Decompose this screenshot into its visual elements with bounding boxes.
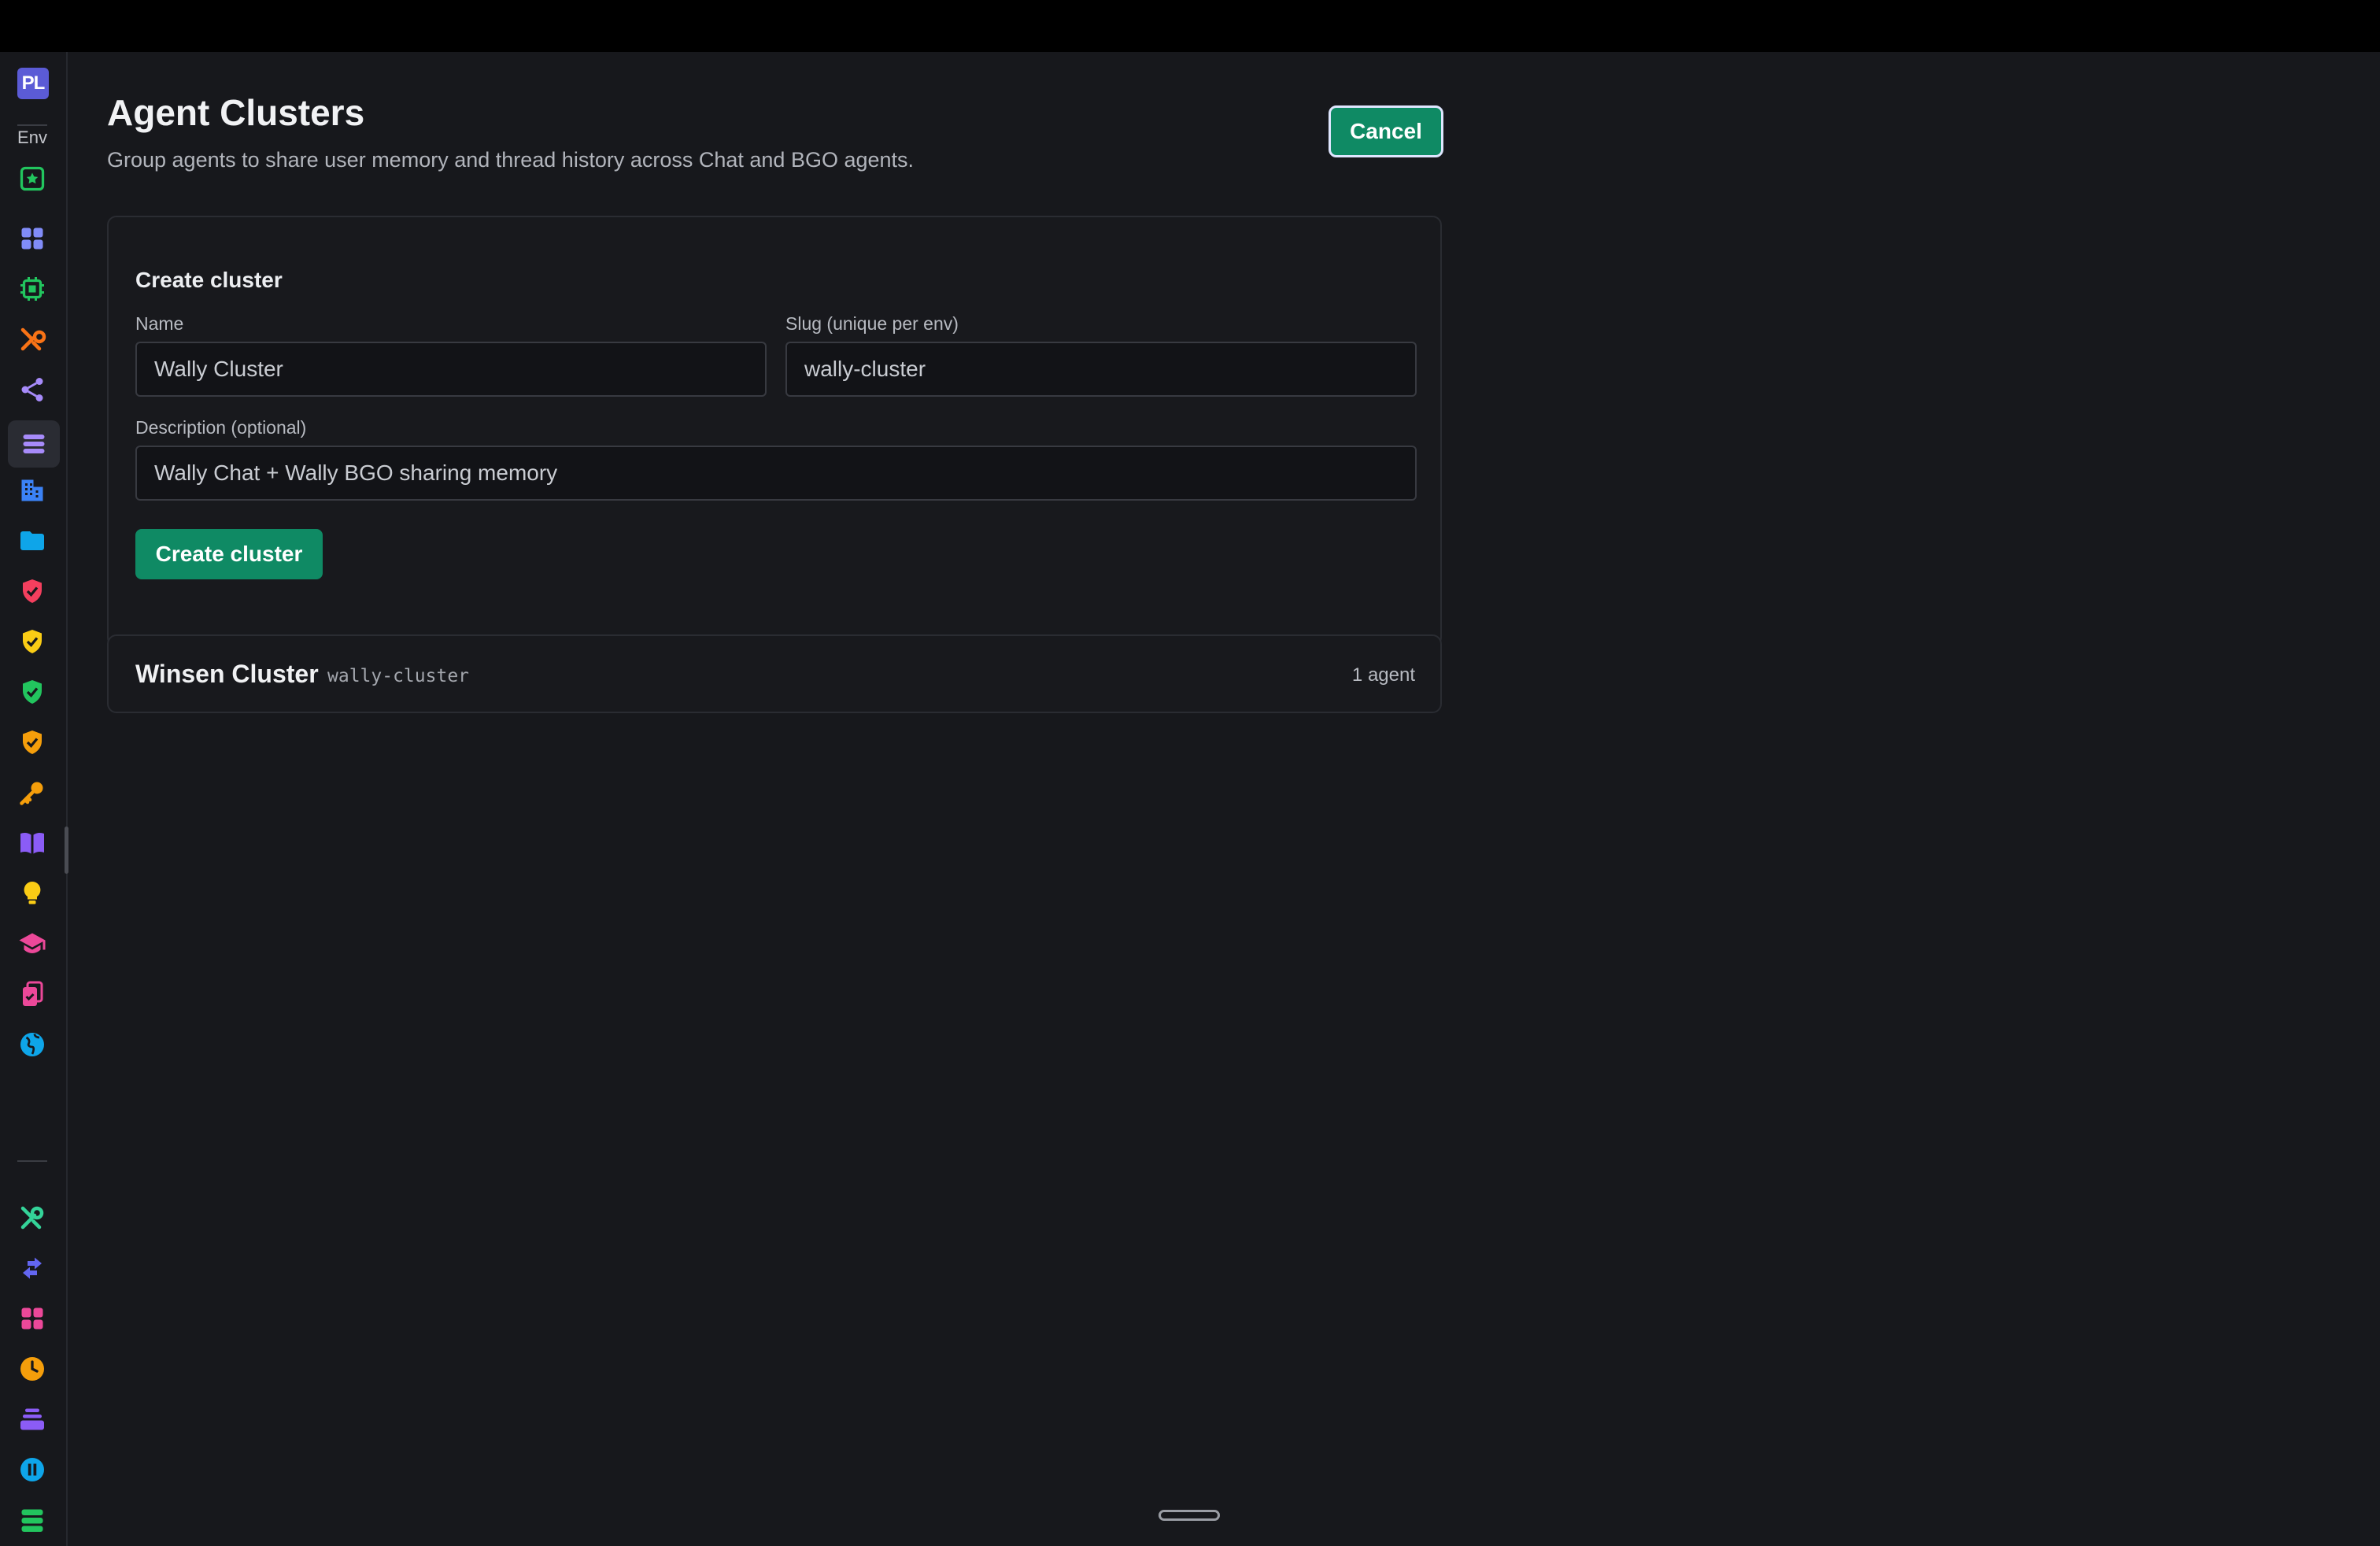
slug-label: Slug (unique per env) bbox=[785, 313, 959, 334]
building-icon[interactable] bbox=[16, 474, 49, 507]
checklist-icon[interactable] bbox=[16, 978, 49, 1011]
layers-icon[interactable] bbox=[16, 1403, 49, 1436]
description-label: Description (optional) bbox=[135, 417, 307, 438]
sidebar-divider bbox=[17, 124, 47, 126]
shield-orange-icon[interactable] bbox=[16, 726, 49, 759]
folder-icon[interactable] bbox=[16, 524, 49, 557]
cluster-name: Winsen Cluster bbox=[135, 660, 319, 688]
cluster-slug: wally-cluster bbox=[327, 666, 470, 686]
cluster-list-item[interactable]: Winsen Cluster wally-cluster 1 agent bbox=[107, 634, 1442, 713]
cluster-agent-count: 1 agent bbox=[1351, 664, 1415, 686]
globe-icon[interactable] bbox=[16, 1028, 49, 1061]
create-cluster-title: Create cluster bbox=[135, 268, 283, 292]
app-logo[interactable]: PL bbox=[17, 68, 49, 99]
wrench-icon[interactable] bbox=[16, 1201, 49, 1234]
create-cluster-button[interactable]: Create cluster bbox=[135, 529, 323, 579]
pause-icon[interactable] bbox=[16, 1453, 49, 1486]
top-bar bbox=[0, 0, 2380, 52]
resize-handle[interactable] bbox=[1159, 1510, 1220, 1521]
main-content: Agent Clusters Group agents to share use… bbox=[68, 52, 2380, 1546]
sidebar: PL Env bbox=[0, 52, 68, 1546]
server-icon[interactable] bbox=[16, 1503, 49, 1537]
description-input[interactable] bbox=[135, 446, 1417, 501]
page-subtitle: Group agents to share user memory and th… bbox=[107, 148, 915, 172]
name-input[interactable] bbox=[135, 342, 767, 397]
share-icon[interactable] bbox=[16, 373, 49, 406]
arrows-icon[interactable] bbox=[16, 1252, 49, 1285]
book-icon[interactable] bbox=[16, 827, 49, 860]
cancel-button[interactable]: Cancel bbox=[1329, 105, 1443, 157]
chip-icon[interactable] bbox=[16, 272, 49, 305]
environment-star-icon[interactable] bbox=[16, 162, 49, 195]
key-icon[interactable] bbox=[16, 776, 49, 809]
sidebar-divider bbox=[17, 1160, 47, 1162]
create-cluster-card: Create cluster Name Slug (unique per env… bbox=[107, 216, 1442, 647]
lightbulb-icon[interactable] bbox=[16, 877, 49, 910]
clock-icon[interactable] bbox=[16, 1352, 49, 1385]
graduation-cap-icon[interactable] bbox=[16, 927, 49, 960]
page-title: Agent Clusters bbox=[107, 92, 365, 133]
stack-icon[interactable] bbox=[8, 420, 60, 468]
name-label: Name bbox=[135, 313, 184, 334]
shield-yellow-icon[interactable] bbox=[16, 625, 49, 658]
apps-icon[interactable] bbox=[16, 1302, 49, 1335]
slug-input[interactable] bbox=[785, 342, 1417, 397]
env-label: Env bbox=[17, 128, 47, 147]
grid-icon[interactable] bbox=[16, 222, 49, 255]
shield-red-icon[interactable] bbox=[16, 575, 49, 608]
shield-green-icon[interactable] bbox=[16, 675, 49, 708]
tools-icon[interactable] bbox=[16, 323, 49, 356]
